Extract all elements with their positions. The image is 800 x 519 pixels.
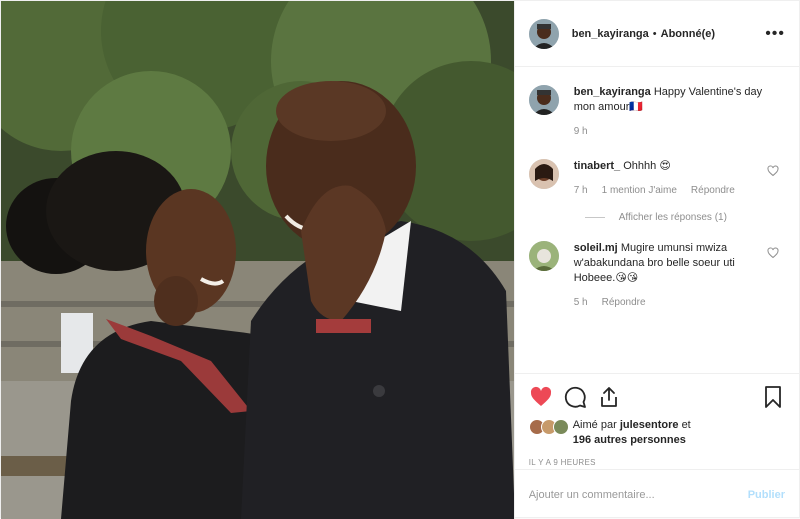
publish-button[interactable]: Publier	[748, 489, 785, 501]
caption-time: 9 h	[573, 126, 588, 137]
caption-username[interactable]: ben_kayiranga	[574, 86, 651, 98]
comment-icon[interactable]	[563, 385, 587, 409]
comment-input[interactable]	[528, 488, 748, 501]
comment-like-icon[interactable]	[767, 165, 779, 177]
liker-avatar	[552, 419, 569, 435]
reply-button[interactable]: Répondre	[602, 295, 646, 310]
author-avatar[interactable]	[528, 18, 559, 49]
comment-avatar[interactable]	[528, 159, 559, 189]
comment-username[interactable]: soleil.mj	[574, 242, 618, 254]
comment-emoji: 😘😘	[615, 272, 639, 284]
likes-summary[interactable]: Aimé par julesentore et 196 autres perso…	[528, 418, 785, 448]
comment-item: tinabert_ Ohhhh 😍 7 h 1 mention J'aime R…	[528, 159, 785, 198]
instagram-post: ben_kayiranga • Abonné(e) ••• ben_kayira…	[0, 0, 800, 519]
bookmark-icon[interactable]	[761, 385, 785, 409]
replies-divider	[584, 217, 605, 218]
comment-like-icon[interactable]	[767, 247, 779, 259]
comment-avatar[interactable]	[528, 241, 559, 271]
likes-prefix: Aimé par	[572, 419, 617, 431]
comment-username[interactable]: tinabert_	[574, 160, 620, 172]
view-replies-label: Afficher les réponses (1)	[618, 212, 727, 223]
comment-item: soleil.mj Mugire umunsi mwiza w'abakunda…	[528, 241, 785, 310]
add-comment-bar: Publier	[514, 469, 799, 519]
author-username[interactable]: ben_kayiranga	[572, 28, 649, 40]
post-sidebar: ben_kayiranga • Abonné(e) ••• ben_kayira…	[513, 1, 799, 519]
caption: ben_kayiranga Happy Valentine's day mon …	[528, 85, 785, 139]
likes-first-user[interactable]: julesentore	[620, 419, 679, 431]
caption-avatar[interactable]	[528, 85, 559, 115]
liker-avatars	[528, 419, 569, 435]
likes-connector: et	[681, 419, 691, 431]
post-photo[interactable]	[1, 1, 514, 519]
comment-time: 5 h	[573, 297, 588, 308]
share-icon[interactable]	[597, 385, 621, 409]
comment-emoji: 😍	[659, 160, 671, 172]
likes-others-count[interactable]: 196 autres personnes	[573, 434, 686, 446]
comments-list: ben_kayiranga Happy Valentine's day mon …	[515, 67, 799, 373]
post-actions: Aimé par julesentore et 196 autres perso…	[514, 373, 799, 469]
post-header: ben_kayiranga • Abonné(e) •••	[514, 1, 799, 67]
more-icon[interactable]: •••	[765, 25, 785, 43]
reply-button[interactable]: Répondre	[691, 183, 735, 198]
comment-text: Ohhhh	[623, 160, 657, 172]
post-timestamp: IL Y A 9 HEURES	[528, 458, 596, 467]
header-separator: •	[652, 27, 657, 40]
follow-status-button[interactable]: Abonné(e)	[661, 28, 715, 40]
heart-icon[interactable]	[529, 385, 553, 409]
view-replies-button[interactable]: Afficher les réponses (1)	[584, 212, 785, 223]
comment-likes-link[interactable]: 1 mention J'aime	[602, 183, 677, 198]
comment-time: 7 h	[573, 185, 588, 196]
caption-emoji: 🇫🇷	[629, 101, 644, 113]
